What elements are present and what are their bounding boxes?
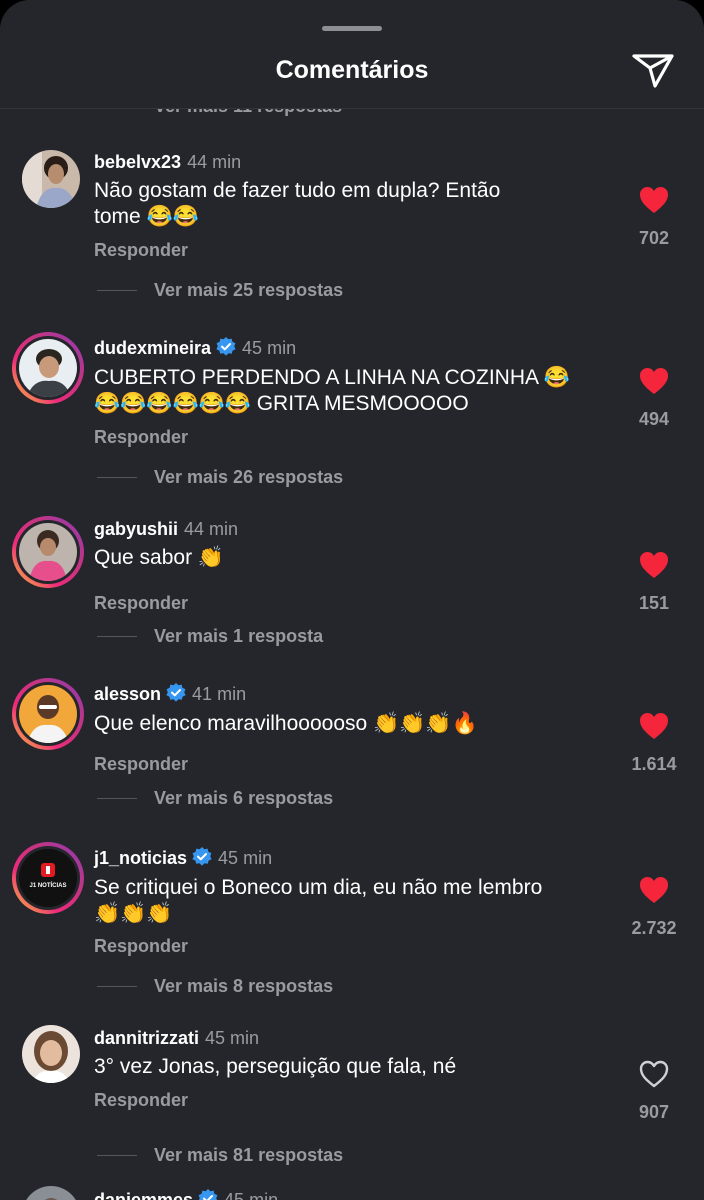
view-more-replies-link[interactable]: Ver mais 81 respostas: [154, 1145, 343, 1166]
timestamp: 41 min: [192, 684, 247, 704]
username[interactable]: gabyushii: [94, 519, 178, 539]
avatar-story-ring[interactable]: [12, 332, 84, 404]
heart-icon[interactable]: [639, 551, 669, 579]
comment-text-line: Não gostam de fazer tudo em dupla? Então: [94, 179, 501, 202]
comment-header: daniemmes 45 min: [94, 1189, 278, 1200]
comment-item: bebelvx23 44 min Não gostam de fazer tudo…: [0, 140, 704, 310]
comment-header: alesson 41 min: [94, 683, 246, 708]
comment-text-line: Que sabor 👏: [94, 546, 225, 569]
avatar[interactable]: [22, 150, 80, 208]
avatar-story-ring[interactable]: [12, 678, 84, 750]
username[interactable]: dudexmineira: [94, 338, 211, 358]
comment-text-line: Se critiquei o Boneco um dia, eu não me …: [94, 876, 543, 899]
username[interactable]: dannitrizzati: [94, 1028, 199, 1048]
comment-text-line: 👏👏👏: [94, 902, 173, 925]
like-count: 907: [638, 1102, 670, 1122]
avatar-story-ring[interactable]: J1 NOTÍCIAS: [12, 842, 84, 914]
drag-handle[interactable]: [322, 26, 382, 31]
comment-item: gabyushii 44 min Que sabor 👏 Responder Ve…: [0, 513, 704, 683]
reply-button[interactable]: Responder: [94, 427, 188, 448]
like-count: 1.614: [631, 754, 677, 774]
view-more-replies-link[interactable]: Ver mais 8 respostas: [154, 976, 333, 997]
like-count: 151: [638, 593, 670, 613]
avatar-logo-text: J1 NOTÍCIAS: [29, 883, 67, 889]
avatar[interactable]: [22, 1025, 80, 1083]
reply-button[interactable]: Responder: [94, 936, 188, 957]
heart-icon[interactable]: [639, 712, 669, 740]
verified-badge-icon: [216, 337, 236, 362]
comment-text-line: Que elenco maravilhoooooso 👏👏👏🔥: [94, 712, 478, 735]
username[interactable]: alesson: [94, 684, 161, 704]
timestamp: 45 min: [242, 338, 297, 358]
avatar: [19, 339, 77, 397]
comments-sheet: Comentários Ver mais 11 respostas bebelv…: [0, 0, 704, 1200]
comment-text: Não gostam de fazer tudo em dupla? Então…: [94, 178, 614, 230]
reply-button[interactable]: Responder: [94, 1090, 188, 1111]
comment-text-line: tome 😂😂: [94, 205, 199, 228]
comment-item: alesson 41 min Que elenco maravilhoooooso…: [0, 677, 704, 847]
avatar: J1 NOTÍCIAS: [19, 849, 77, 907]
comment-item: dannitrizzati 45 min 3° vez Jonas, perseg…: [0, 1022, 704, 1192]
username[interactable]: bebelvx23: [94, 152, 181, 172]
verified-badge-icon: [192, 847, 212, 872]
reply-button[interactable]: Responder: [94, 754, 188, 775]
like-count: 494: [638, 409, 670, 429]
divider: [97, 798, 137, 799]
divider: [97, 1155, 137, 1156]
timestamp: 44 min: [184, 519, 239, 539]
divider: [97, 636, 137, 637]
comment-text-line: 😂😂😂😂😂😂 GRITA MESMOOOOO: [94, 392, 469, 415]
comment-text-line: 3° vez Jonas, perseguição que fala, né: [94, 1055, 457, 1078]
like-count: 702: [638, 228, 670, 248]
heart-icon[interactable]: [639, 876, 669, 904]
comment-text-line: CUBERTO PERDENDO A LINHA NA COZINHA 😂: [94, 366, 570, 389]
share-send-icon[interactable]: [630, 50, 676, 90]
comment-text: 3° vez Jonas, perseguição que fala, né: [94, 1054, 614, 1080]
heart-icon[interactable]: [639, 186, 669, 214]
timestamp: 45 min: [218, 848, 273, 868]
reply-button[interactable]: Responder: [94, 240, 188, 261]
timestamp: 45 min: [224, 1190, 279, 1200]
comment-text: Se critiquei o Boneco um dia, eu não me …: [94, 875, 614, 927]
comment-item: J1 NOTÍCIAS j1_noticias 45 min Se critiqu…: [0, 842, 704, 1012]
comment-text: CUBERTO PERDENDO A LINHA NA COZINHA 😂 😂😂…: [94, 365, 614, 417]
sheet-header: Comentários: [0, 0, 704, 109]
comment-header: bebelvx23 44 min: [94, 152, 241, 173]
view-more-replies-link[interactable]: Ver mais 26 respostas: [154, 467, 343, 488]
view-more-replies-link[interactable]: Ver mais 6 respostas: [154, 788, 333, 809]
like-count: 2.732: [631, 918, 677, 938]
divider: [97, 477, 137, 478]
view-more-replies-link[interactable]: Ver mais 25 respostas: [154, 280, 343, 301]
comment-header: j1_noticias 45 min: [94, 847, 272, 872]
heart-icon[interactable]: [639, 367, 669, 395]
avatar[interactable]: [22, 1186, 80, 1200]
username[interactable]: daniemmes: [94, 1190, 193, 1200]
timestamp: 44 min: [187, 152, 242, 172]
comment-header: dudexmineira 45 min: [94, 337, 296, 362]
comment-header: gabyushii 44 min: [94, 519, 238, 540]
avatar-story-ring[interactable]: [12, 516, 84, 588]
heart-outline-icon[interactable]: [639, 1060, 669, 1088]
comment-header: dannitrizzati 45 min: [94, 1028, 259, 1049]
comment-item: daniemmes 45 min: [0, 1180, 704, 1200]
avatar: [19, 685, 77, 743]
username[interactable]: j1_noticias: [94, 848, 187, 868]
timestamp: 45 min: [205, 1028, 260, 1048]
verified-badge-icon: [166, 683, 186, 708]
comment-text: Que sabor 👏: [94, 545, 614, 571]
reply-button[interactable]: Responder: [94, 593, 188, 614]
avatar: [19, 523, 77, 581]
comment-item: dudexmineira 45 min CUBERTO PERDENDO A LI…: [0, 327, 704, 497]
divider: [97, 986, 137, 987]
page-title: Comentários: [275, 56, 429, 84]
comment-text: Que elenco maravilhoooooso 👏👏👏🔥: [94, 711, 614, 737]
view-more-replies-link[interactable]: Ver mais 1 resposta: [154, 626, 323, 647]
verified-badge-icon: [198, 1189, 218, 1200]
divider: [97, 290, 137, 291]
